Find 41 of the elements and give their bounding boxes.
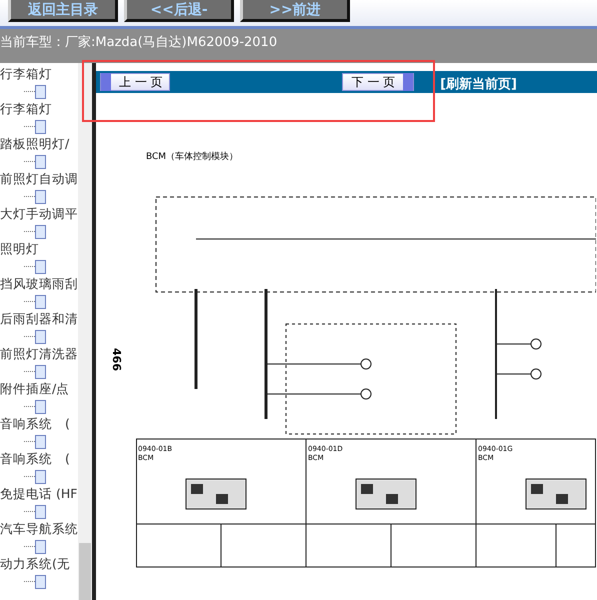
document-icon[interactable]: [35, 434, 46, 448]
tree-item[interactable]: 汽车导航系统: [0, 520, 78, 538]
document-icon[interactable]: [35, 364, 46, 378]
tree-item[interactable]: 行李箱灯: [0, 100, 78, 118]
tree-item[interactable]: 行李箱灯: [0, 65, 78, 83]
document-icon[interactable]: [35, 190, 46, 204]
document-icon[interactable]: [35, 154, 46, 168]
tree-item[interactable]: 动力系统(无: [0, 555, 78, 573]
tree-item[interactable]: 大灯手动调平: [0, 205, 78, 223]
document-icon[interactable]: [35, 84, 46, 98]
scrollbar[interactable]: [78, 63, 92, 600]
refresh-link[interactable]: [刷新当前页]: [440, 75, 517, 93]
tree-item[interactable]: 前照灯自动调: [0, 170, 78, 188]
car-type-value: 厂家:Mazda(马自达)M62009-2010: [65, 34, 278, 51]
document-icon[interactable]: [35, 470, 46, 484]
prev-page-button[interactable]: 上 一 页: [100, 73, 170, 91]
connector-drawing: [526, 478, 586, 510]
document-icon[interactable]: [35, 574, 46, 588]
tree-item[interactable]: 照明灯: [0, 240, 78, 258]
document-icon[interactable]: [35, 330, 46, 344]
connector-drawing: [356, 478, 416, 510]
connector-drawing: [186, 478, 246, 510]
tree-item[interactable]: 附件插座/点: [0, 380, 78, 398]
document-icon[interactable]: [35, 224, 46, 238]
tree-item[interactable]: 踏板照明灯/: [0, 135, 78, 153]
document-icon[interactable]: [35, 120, 46, 134]
document-icon[interactable]: [35, 540, 46, 554]
document-icon[interactable]: [35, 400, 46, 414]
document-icon[interactable]: [35, 504, 46, 518]
tree-item[interactable]: 挡风玻璃雨刮: [0, 275, 78, 293]
tree-item[interactable]: 前照灯清洗器: [0, 345, 78, 363]
tree-item[interactable]: 音响系统 (: [0, 450, 78, 468]
page-number: 466: [110, 348, 122, 370]
diagram-title: BCM（车体控制模块）: [146, 152, 238, 162]
tree-item[interactable]: 音响系统 (: [0, 415, 78, 433]
car-type-label: 当前车型：: [0, 34, 65, 51]
next-page-button[interactable]: 下 一 页: [342, 73, 414, 91]
document-icon[interactable]: [35, 260, 46, 274]
tree-item[interactable]: 后雨刮器和清: [0, 310, 78, 328]
document-icon[interactable]: [35, 294, 46, 308]
tree-item[interactable]: 免提电话 (HF: [0, 485, 78, 503]
